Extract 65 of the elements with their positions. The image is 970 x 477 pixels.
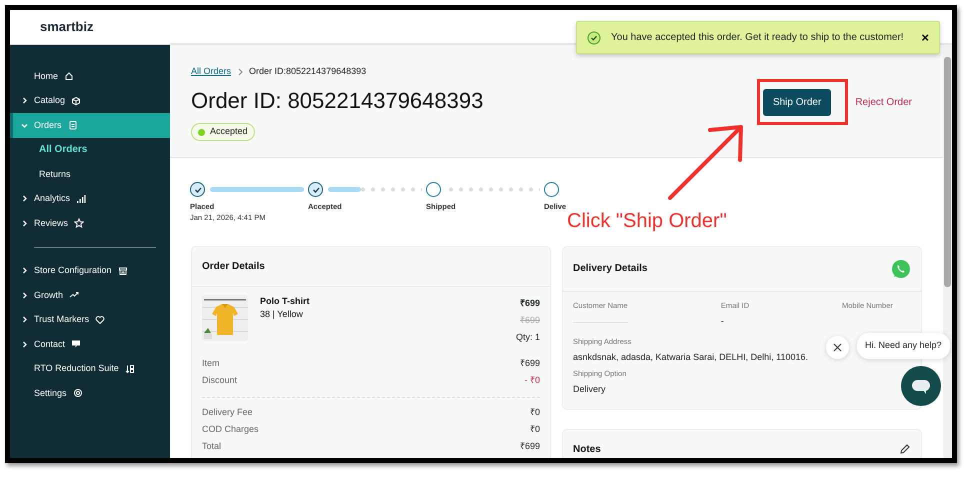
sidebar-subitem[interactable]: All Orders <box>10 138 170 162</box>
ship-order-button[interactable]: Ship Order <box>762 89 832 116</box>
gear-icon <box>72 388 83 398</box>
summary-label: Discount <box>202 374 238 388</box>
chevron-right-icon <box>237 68 244 76</box>
sidebar-item[interactable]: Analytics <box>10 186 170 211</box>
summary-label: COD Charges <box>202 423 259 436</box>
product-variant: 38 | Yellow <box>260 308 304 321</box>
chat-button[interactable] <box>901 366 941 406</box>
chat-icon <box>911 378 931 394</box>
summary-value: ₹0 <box>530 423 540 436</box>
summary-value: ₹699 <box>520 357 540 370</box>
cube-icon <box>71 96 82 106</box>
whatsapp-icon <box>891 258 911 278</box>
field-value: asnkdsnak, adasda, Katwaria Sarai, DELHI, Delhi, 110016. <box>573 350 809 364</box>
sidebar-item[interactable]: RTO Reduction Suite <box>10 356 170 381</box>
sort-icon <box>124 364 135 374</box>
product-quantity: Qty: 1 <box>516 330 540 344</box>
product-mrp: ₹699 <box>518 314 540 326</box>
heart-icon <box>95 314 106 325</box>
breadcrumb-link[interactable]: All Orders <box>191 65 232 78</box>
sidebar-item[interactable]: Settings <box>10 381 170 406</box>
status-badge: Accepted <box>191 123 255 141</box>
sidebar-item[interactable]: Reviews <box>10 211 170 236</box>
close-button[interactable]: × <box>921 31 929 44</box>
summary-label: Item <box>202 357 220 370</box>
check-icon <box>312 186 320 194</box>
summary-value: ₹0 <box>530 406 540 420</box>
field-value: Delivery <box>573 383 607 396</box>
sidebar-item[interactable]: Trust Markers <box>10 308 170 332</box>
sidebar-subitem[interactable]: Returns <box>10 162 170 186</box>
close-icon <box>833 343 842 352</box>
clipboard-icon <box>68 120 78 130</box>
sidebar-item[interactable]: Store Configuration <box>10 258 170 283</box>
bar-chart-icon <box>76 194 86 204</box>
card-title: Delivery Details <box>573 262 648 276</box>
chat-prompt: Hi. Need any help? <box>857 333 950 358</box>
trend-icon <box>69 290 80 300</box>
product-name: Polo T-shirt <box>260 294 310 308</box>
sidebar-item[interactable]: Contact <box>10 332 170 356</box>
card-title: Notes <box>573 442 601 457</box>
breadcrumb-current: Order ID:8052214379648393 <box>249 65 366 78</box>
summary-value: - ₹0 <box>524 374 540 388</box>
sidebar-item[interactable]: Catalog <box>10 88 170 113</box>
page-title: Order ID: 8052214379648393 <box>191 88 484 113</box>
pencil-icon <box>899 443 911 456</box>
home-icon <box>64 71 74 82</box>
summary-value: ₹699 <box>520 440 540 454</box>
scrollbar[interactable] <box>943 45 952 458</box>
toast-message: You have accepted this order. Get it ready to ship to the customer! <box>611 31 904 45</box>
annotation-text: Click "Ship Order" <box>567 209 727 234</box>
summary-label: Delivery Fee <box>202 406 253 420</box>
chat-icon <box>71 339 82 350</box>
logo: smartbiz <box>40 18 94 36</box>
store-icon <box>118 266 128 276</box>
summary-label: Total <box>202 440 222 454</box>
field-value: - <box>720 314 724 328</box>
sidebar-item[interactable]: Home <box>10 64 170 88</box>
card-title: Order Details <box>192 246 550 286</box>
check-circle-icon <box>587 30 601 44</box>
product-price: ₹699 <box>518 296 540 310</box>
sidebar-item[interactable]: Growth <box>10 283 170 308</box>
check-icon <box>194 186 202 194</box>
reject-order-link[interactable]: Reject Order <box>855 95 912 110</box>
star-icon <box>74 218 84 228</box>
